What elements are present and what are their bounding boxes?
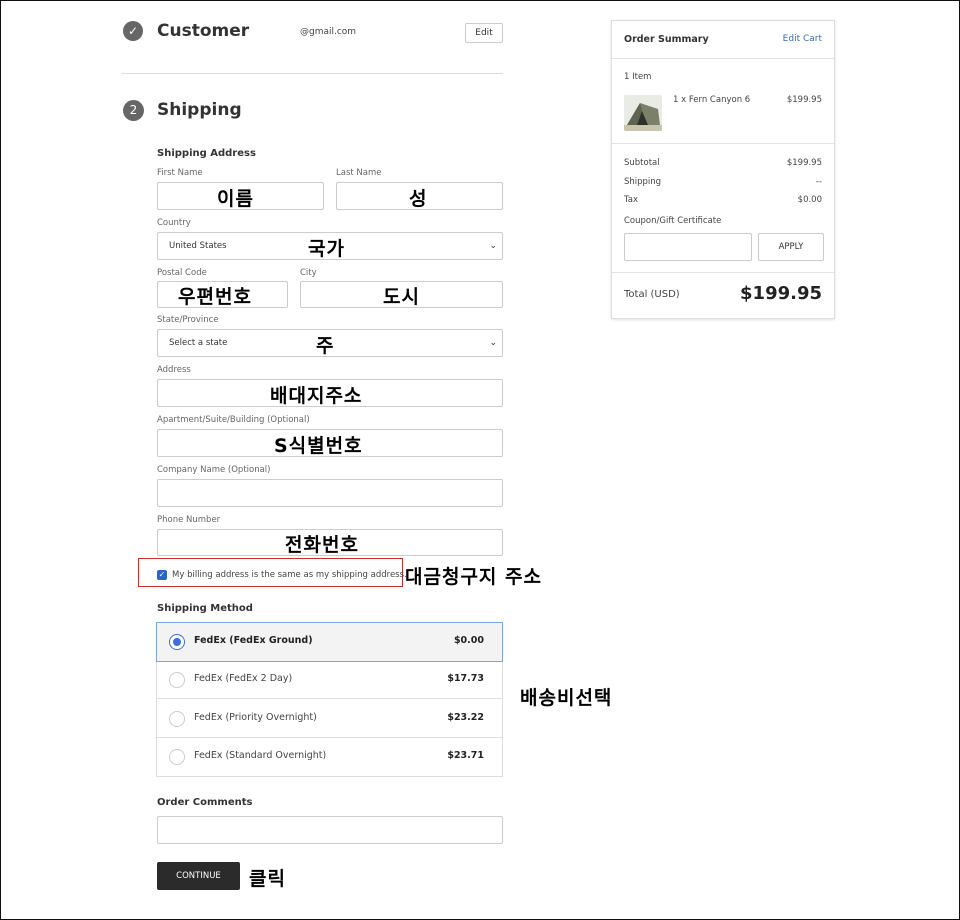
apartment-label: Apartment/Suite/Building (Optional) (157, 415, 310, 425)
annotation-continue: 클릭 (249, 868, 286, 890)
chevron-down-icon: ⌄ (489, 338, 497, 348)
shipping-option-price: $23.22 (447, 712, 484, 723)
shipping-cost-label: Shipping (624, 177, 662, 187)
item-count: 1 Item (624, 72, 652, 82)
step-number: 2 (123, 100, 144, 121)
company-field[interactable] (157, 479, 503, 507)
summary-divider (612, 272, 834, 273)
shipping-option-ground[interactable]: FedEx (FedEx Ground) $0.00 (156, 622, 503, 662)
chevron-down-icon: ⌄ (489, 241, 497, 251)
radio-icon[interactable] (169, 672, 185, 688)
summary-divider (612, 58, 834, 59)
total-value: $199.95 (740, 283, 822, 304)
annotation-phone: 전화번호 (285, 534, 359, 556)
first-name-label: First Name (157, 168, 203, 178)
shipping-method-list: FedEx (FedEx Ground) $0.00 FedEx (FedEx … (156, 622, 503, 777)
tent-icon (624, 95, 662, 131)
shipping-cost-value: -- (815, 177, 822, 187)
product-thumbnail (624, 95, 662, 131)
shipping-title: Shipping (157, 100, 242, 120)
subtotal-label: Subtotal (624, 158, 660, 168)
customer-email: @gmail.com (300, 27, 357, 37)
phone-label: Phone Number (157, 515, 221, 525)
continue-button[interactable]: CONTINUE (157, 862, 240, 890)
shipping-option-price: $0.00 (453, 635, 484, 646)
annotation-billing: 대금청구지 주소 (405, 566, 542, 588)
order-comments-title: Order Comments (157, 797, 253, 808)
radio-icon[interactable] (169, 711, 185, 727)
tax-label: Tax (624, 195, 639, 205)
customer-title: Customer (157, 21, 250, 41)
total-label: Total (USD) (624, 289, 680, 300)
item-price: $199.95 (786, 95, 822, 105)
summary-divider (612, 143, 834, 144)
apply-button[interactable]: APPLY (758, 233, 824, 261)
shipping-option-standard[interactable]: FedEx (Standard Overnight) $23.71 (157, 738, 502, 776)
city-label: City (300, 268, 317, 278)
state-value: Select a state (169, 338, 228, 348)
shipping-option-name: FedEx (Priority Overnight) (194, 712, 317, 723)
shipping-option-price: $23.71 (447, 750, 484, 761)
section-divider (122, 73, 503, 74)
state-label: State/Province (157, 315, 219, 325)
shipping-option-name: FedEx (FedEx 2 Day) (194, 673, 293, 684)
shipping-option-name: FedEx (Standard Overnight) (194, 750, 327, 761)
shipping-address-title: Shipping Address (157, 148, 256, 159)
checkmark-icon: ✓ (123, 21, 143, 41)
annotation-city: 도시 (383, 286, 420, 308)
annotation-first-name: 이름 (217, 188, 254, 210)
shipping-method-title: Shipping Method (157, 603, 253, 614)
annotation-apartment: S식별번호 (274, 435, 363, 457)
edit-customer-button[interactable]: Edit (465, 23, 503, 43)
radio-icon[interactable] (169, 749, 185, 765)
country-value: United States (169, 241, 227, 251)
country-label: Country (157, 218, 191, 228)
subtotal-value: $199.95 (786, 158, 822, 168)
shipping-option-priority[interactable]: FedEx (Priority Overnight) $23.22 (157, 700, 502, 738)
last-name-label: Last Name (336, 168, 382, 178)
item-name: 1 x Fern Canyon 6 (673, 95, 751, 105)
annotation-postal: 우편번호 (178, 286, 252, 308)
coupon-label: Coupon/Gift Certificate (624, 216, 722, 226)
shipping-option-2day[interactable]: FedEx (FedEx 2 Day) $17.73 (157, 661, 502, 699)
billing-same-label[interactable]: My billing address is the same as my shi… (172, 570, 407, 580)
order-summary-panel: Order Summary Edit Cart 1 Item 1 x Fern … (611, 20, 835, 319)
order-summary-title: Order Summary (624, 34, 709, 45)
postal-code-label: Postal Code (157, 268, 207, 278)
annotation-shipping-method: 배송비선택 (520, 687, 613, 709)
annotation-last-name: 성 (409, 188, 428, 210)
coupon-input[interactable] (624, 233, 752, 261)
shipping-option-price: $17.73 (447, 673, 484, 684)
annotation-state: 주 (316, 335, 335, 357)
tax-value: $0.00 (797, 195, 822, 205)
annotation-address: 배대지주소 (270, 385, 363, 407)
address-label: Address (157, 365, 191, 375)
edit-cart-link[interactable]: Edit Cart (783, 34, 822, 44)
shipping-option-name: FedEx (FedEx Ground) (194, 635, 313, 646)
company-label: Company Name (Optional) (157, 465, 271, 475)
order-comments-field[interactable] (157, 816, 503, 844)
billing-same-checkbox[interactable]: ✓ (157, 570, 167, 580)
radio-selected-icon[interactable] (169, 634, 185, 650)
annotation-country: 국가 (308, 238, 345, 260)
